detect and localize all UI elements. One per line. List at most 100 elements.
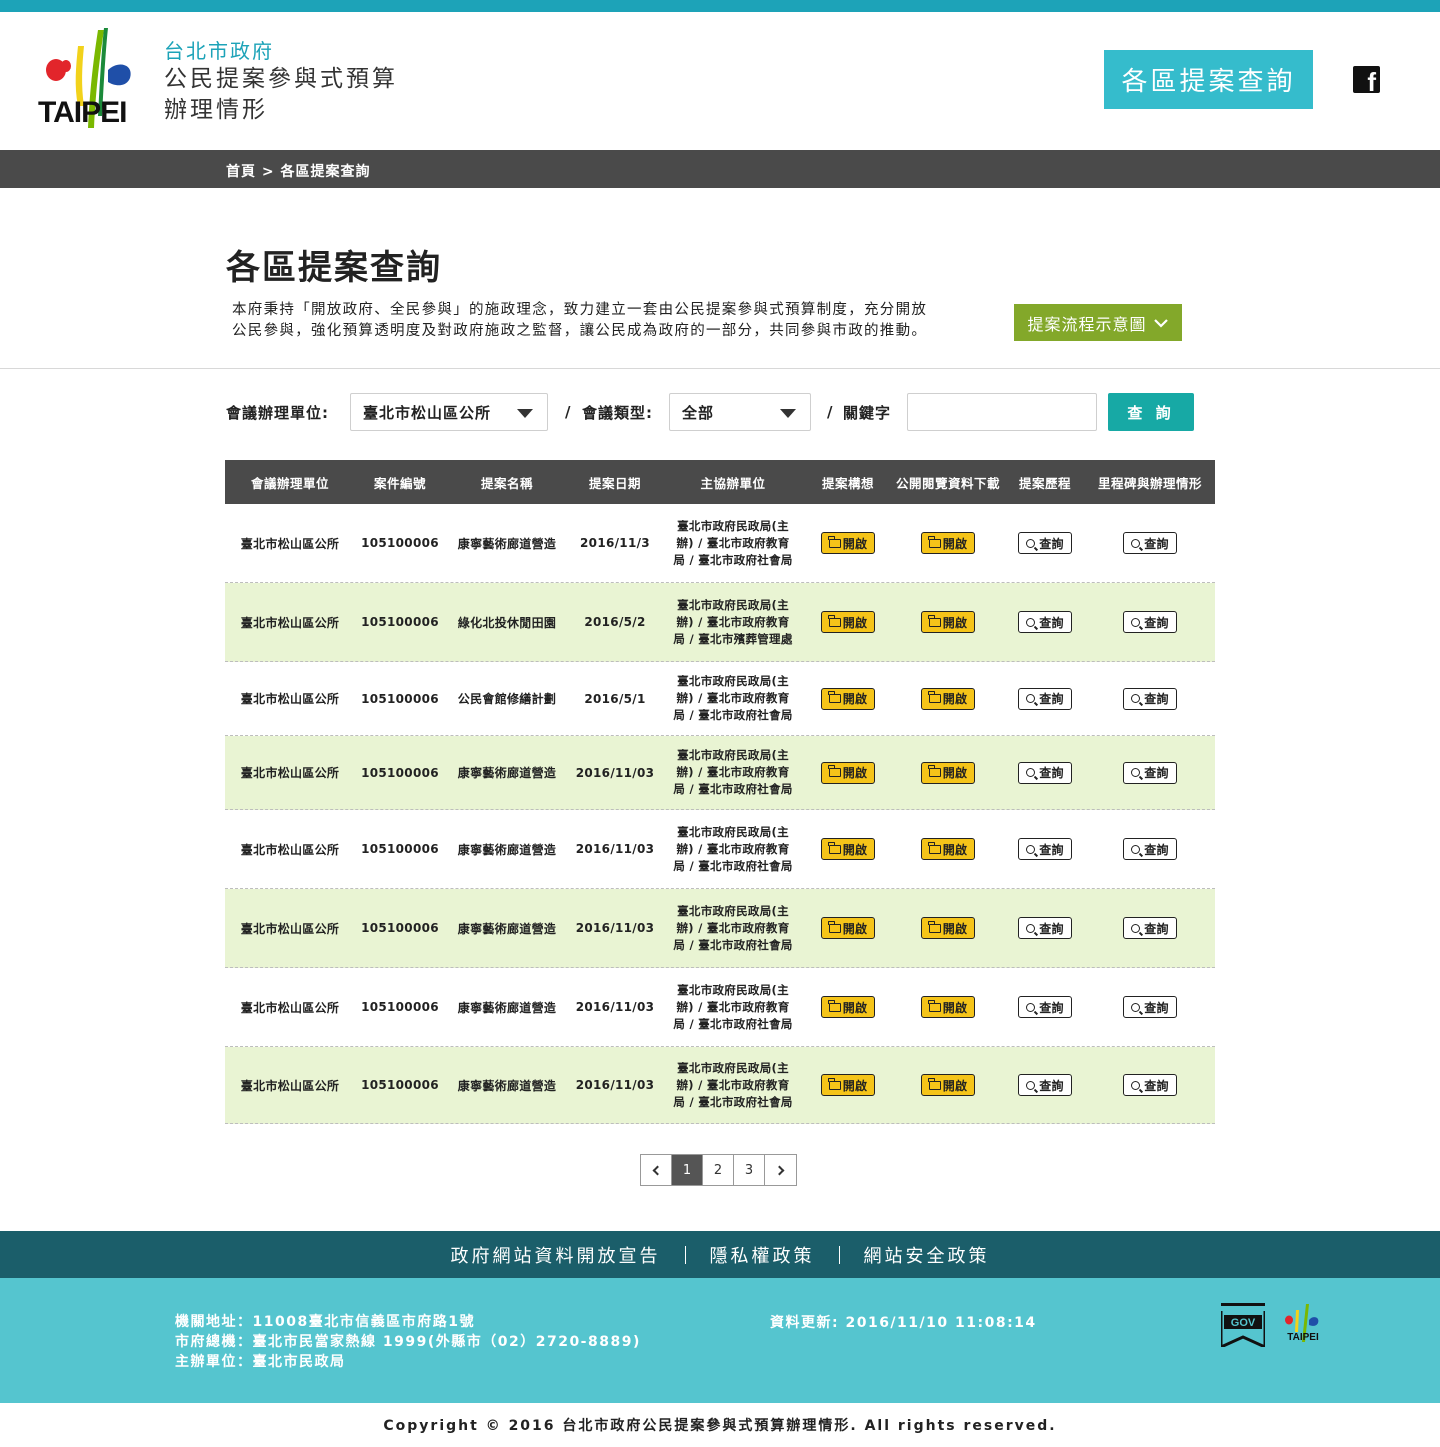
proposal-history-query-button[interactable]: 查詢 <box>1018 611 1072 633</box>
site-brand[interactable]: 台北市政府 公民提案參與式預算 辦理情形 <box>164 38 398 126</box>
taipei-mini-logo-icon[interactable]: TAIPEI <box>1282 1302 1324 1348</box>
folder-icon <box>928 999 941 1012</box>
milestone-query-button[interactable]: 查詢 <box>1123 611 1177 633</box>
proposal-idea-open-button[interactable]: 開啟 <box>821 996 875 1018</box>
proposal-idea-open-button[interactable]: 開啟 <box>821 1074 875 1096</box>
cell-milestone: 查詢 <box>1085 662 1215 735</box>
proposal-history-query-button[interactable]: 查詢 <box>1018 1074 1072 1096</box>
type-select-value: 全部 <box>682 403 715 422</box>
open-label: 開啟 <box>942 1078 968 1093</box>
milestone-query-button[interactable]: 查詢 <box>1123 917 1177 939</box>
prev-page-button[interactable] <box>641 1155 672 1185</box>
cell-public-download: 開啟 <box>891 1047 1005 1123</box>
cell-organizers: 臺北市政府民政局(主 辦) / 臺北市政府教育局 / 臺北市政府社會局 <box>661 1047 805 1123</box>
query-label: 查詢 <box>1039 615 1064 630</box>
query-label: 查詢 <box>1144 536 1169 551</box>
folder-icon <box>928 765 941 777</box>
proposal-idea-open-button[interactable]: 開啟 <box>821 532 875 554</box>
proposal-history-query-button[interactable]: 查詢 <box>1018 761 1072 784</box>
process-diagram-button[interactable]: 提案流程示意圖 <box>1014 304 1182 341</box>
cell-public-download: 開啟 <box>891 583 1005 661</box>
proposal-idea-open-button[interactable]: 開啟 <box>821 611 875 633</box>
facebook-icon[interactable]: f <box>1353 66 1380 95</box>
footer-link-divider <box>838 1245 840 1264</box>
column-header: 主協辦單位 <box>700 475 766 491</box>
proposal-idea-open-button[interactable]: 開啟 <box>821 838 875 860</box>
cell-milestone: 查詢 <box>1085 1047 1215 1123</box>
folder-icon <box>828 614 841 627</box>
milestone-query-button[interactable]: 查詢 <box>1123 687 1177 710</box>
proposal-history-query-button[interactable]: 查詢 <box>1018 996 1072 1018</box>
public-download-open-button[interactable]: 開啟 <box>921 838 975 860</box>
column-header: 會議辦理單位 <box>250 475 329 491</box>
cell-milestone: 查詢 <box>1085 504 1215 582</box>
organizer-line: 辦) / 臺北市政府教育 <box>676 841 790 856</box>
organizer-line: 局 / 臺北市政府社會局 <box>673 937 793 952</box>
page-button[interactable]: 2 <box>703 1155 734 1185</box>
brand-line-2: 公民提案參與式預算 <box>164 66 398 92</box>
brand-line-3: 辦理情形 <box>164 97 268 123</box>
proposal-idea-open-button[interactable]: 開啟 <box>821 687 875 710</box>
organizer-line: 局 / 臺北市政府社會局 <box>673 708 793 722</box>
type-label: 會議類型: <box>582 403 653 422</box>
security-policy-link[interactable]: 網站安全政策 <box>864 1242 990 1268</box>
cell-proposal-name: 康寧藝術廊道營造 <box>457 766 557 780</box>
public-download-open-button[interactable]: 開啟 <box>921 996 975 1018</box>
open-label: 開啟 <box>942 1000 968 1015</box>
gov-badge-icon[interactable]: GOV <box>1221 1303 1265 1347</box>
milestone-query-button[interactable]: 查詢 <box>1123 996 1177 1018</box>
pagination: 123 <box>640 1154 797 1186</box>
open-data-link[interactable]: 政府網站資料開放宣告 <box>451 1242 661 1268</box>
proposal-idea-open-button[interactable]: 開啟 <box>821 761 875 784</box>
cell-proposal-name: 康寧藝術廊道營造 <box>457 921 557 936</box>
next-page-button[interactable] <box>765 1155 796 1185</box>
milestone-query-button[interactable]: 查詢 <box>1123 1074 1177 1096</box>
query-label: 查詢 <box>1039 1078 1064 1093</box>
proposal-history-query-button[interactable]: 查詢 <box>1018 532 1072 554</box>
cell-proposal-date: 2016/11/3 <box>580 536 650 550</box>
mini-logo-text: TAIPEI <box>1287 1332 1319 1343</box>
public-download-open-button[interactable]: 開啟 <box>921 687 975 710</box>
privacy-policy-link[interactable]: 隱私權政策 <box>710 1242 815 1268</box>
keyword-input[interactable] <box>907 393 1097 431</box>
query-label: 查詢 <box>1039 536 1064 551</box>
page-button[interactable]: 1 <box>672 1155 703 1185</box>
breadcrumb[interactable]: 首頁 > 各區提案查詢 <box>226 161 370 181</box>
column-header: 里程碑與辦理情形 <box>1097 475 1202 491</box>
search-icon <box>1026 538 1036 548</box>
open-label: 開啟 <box>842 1000 868 1015</box>
public-download-open-button[interactable]: 開啟 <box>921 917 975 939</box>
public-download-open-button[interactable]: 開啟 <box>921 761 975 784</box>
cell-unit: 臺北市松山區公所 <box>240 766 340 780</box>
public-download-open-button[interactable]: 開啟 <box>921 1074 975 1096</box>
folder-icon <box>828 535 841 548</box>
unit-select[interactable]: 臺北市松山區公所 <box>350 393 548 431</box>
proposal-history-query-button[interactable]: 查詢 <box>1018 917 1072 939</box>
public-download-open-button[interactable]: 開啟 <box>921 532 975 554</box>
organizer-line: 辦) / 臺北市政府教育 <box>676 1077 790 1092</box>
query-label: 查詢 <box>1144 921 1169 936</box>
cell-proposal-idea: 開啟 <box>805 736 891 809</box>
milestone-query-button[interactable]: 查詢 <box>1123 532 1177 554</box>
cell-proposal-date: 2016/5/2 <box>584 615 646 629</box>
search-button[interactable]: 查 詢 <box>1108 393 1194 431</box>
proposal-history-query-button[interactable]: 查詢 <box>1018 838 1072 860</box>
public-download-open-button[interactable]: 開啟 <box>921 611 975 633</box>
milestone-query-button[interactable]: 查詢 <box>1123 761 1177 784</box>
cell-organizers: 臺北市政府民政局(主 辦) / 臺北市政府教育局 / 臺北市政府社會局 <box>661 736 805 809</box>
milestone-query-button[interactable]: 查詢 <box>1123 838 1177 860</box>
organizer-line: 臺北市政府民政局(主 <box>677 748 789 762</box>
cell-unit: 臺北市松山區公所 <box>240 615 340 630</box>
type-select[interactable]: 全部 <box>669 393 811 431</box>
proposal-history-query-button[interactable]: 查詢 <box>1018 687 1072 710</box>
cell-proposal-history: 查詢 <box>1005 662 1085 735</box>
table-row: 臺北市松山區公所 105100006 公民會館修繕計劃 2016/5/1 臺北市政府民政… <box>225 662 1215 736</box>
cell-unit: 臺北市松山區公所 <box>240 1078 340 1093</box>
district-query-nav-button[interactable]: 各區提案查詢 <box>1104 50 1313 109</box>
search-icon <box>1026 617 1036 627</box>
organizer-line: 局 / 臺北市政府社會局 <box>673 858 793 873</box>
page-button[interactable]: 3 <box>734 1155 765 1185</box>
gov-badge-text: GOV <box>1231 1317 1256 1329</box>
table-row: 臺北市松山區公所 105100006 康寧藝術廊道營造 2016/11/03 臺北市政府… <box>225 1047 1215 1124</box>
proposal-idea-open-button[interactable]: 開啟 <box>821 917 875 939</box>
